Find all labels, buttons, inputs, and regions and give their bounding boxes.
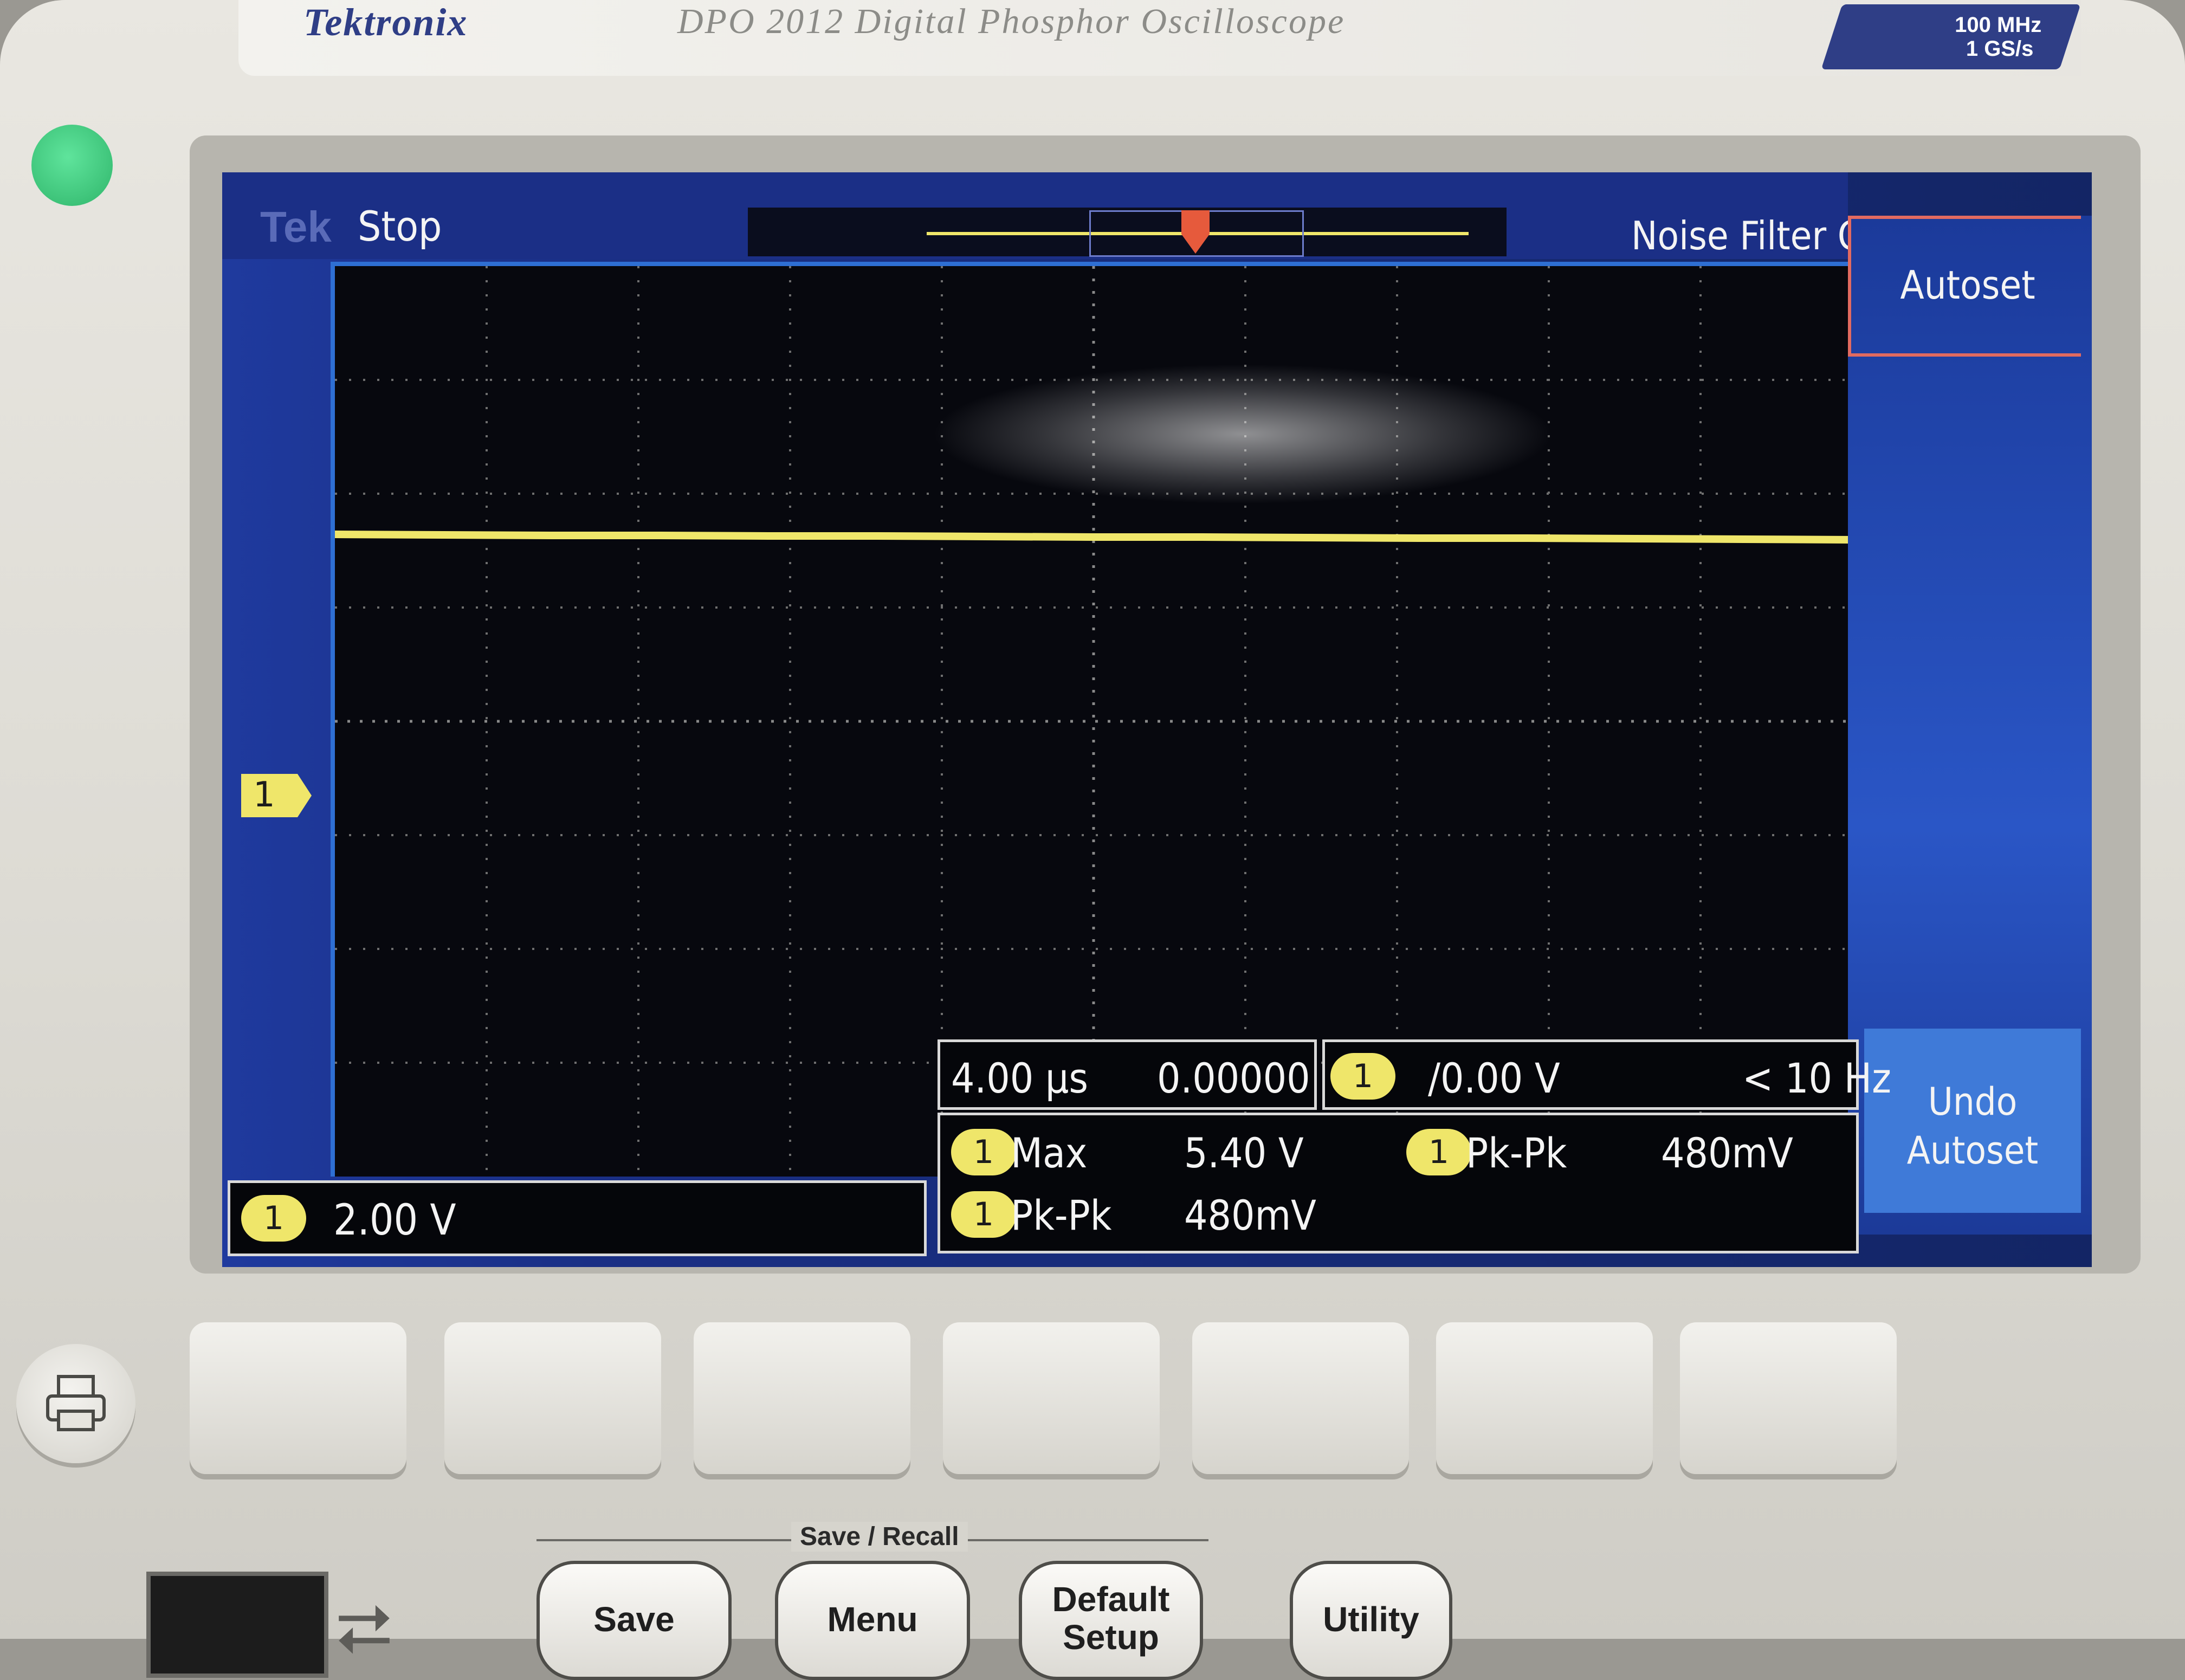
timebase-readout: 4.00 µs 0.00000 s [938, 1039, 1341, 1110]
bottom-bezel-button-4[interactable] [943, 1322, 1160, 1474]
ch1-ground-marker-label: 1 [253, 775, 275, 815]
measurement-2-channel: 1 [1406, 1129, 1471, 1175]
measurement-1-channel: 1 [951, 1129, 1016, 1175]
ch1-ground-marker: 1 [241, 774, 312, 817]
timebase-delay: 0.00000 s [1157, 1054, 1341, 1102]
model-name: DPO 2012 Digital Phosphor Oscilloscope [677, 2, 1346, 41]
spec-bandwidth: 100 MHz [1955, 13, 2042, 37]
measurement-panel: 1 Max 5.40 V 1 Pk-Pk 480mV 1 Pk-Pk 480mV [938, 1113, 1859, 1253]
trigger-level-value: 0.00 V [1440, 1054, 1560, 1102]
ch1-volts-per-div: 2.00 V [333, 1196, 456, 1245]
measurement-2-value: 480mV [1661, 1129, 1793, 1177]
bottom-bezel-button-2[interactable] [444, 1322, 661, 1474]
spec-sample-rate: 1 GS/s [1966, 37, 2034, 61]
measurement-2-label: Pk-Pk [1466, 1129, 1567, 1177]
default-setup-button-label: Default Setup [1052, 1580, 1170, 1657]
bottom-bezel-button-5[interactable] [1192, 1322, 1409, 1474]
bottom-bezel-button-1[interactable] [190, 1322, 406, 1474]
autoset-side-button[interactable]: Autoset [1848, 216, 2081, 357]
ch1-scale-readout: 1 2.00 V [228, 1180, 927, 1256]
printer-icon [46, 1375, 106, 1431]
autoset-side-label: Autoset [1900, 262, 2035, 308]
menu-button-label: Menu [827, 1600, 918, 1639]
bottom-bezel-button-7[interactable] [1680, 1322, 1897, 1474]
menu-button[interactable]: Menu [775, 1561, 970, 1680]
timebase-scale: 4.00 µs [951, 1054, 1089, 1102]
spec-badge: 100 MHz 1 GS/s [1821, 4, 2081, 69]
brand-logo: Tektronix [303, 1, 468, 44]
ch1-scale-badge: 1 [241, 1195, 306, 1242]
measurement-3-value: 480mV [1184, 1191, 1316, 1239]
default-setup-button[interactable]: Default Setup [1019, 1561, 1203, 1680]
measurement-3-label: Pk-Pk [1011, 1191, 1112, 1239]
undo-label-line1: Undo [1928, 1080, 2018, 1124]
acquisition-state: Stop [358, 202, 442, 250]
ch1-waveform-trace [335, 531, 1852, 544]
save-button[interactable]: Save [536, 1561, 732, 1680]
power-led [31, 125, 113, 206]
noise-filter-status: Noise Filter Of [1631, 213, 1878, 259]
utility-button-label: Utility [1323, 1600, 1419, 1639]
usb-icon: ⮂ [336, 1589, 393, 1668]
measurement-1-value: 5.40 V [1184, 1129, 1304, 1177]
undo-autoset-side-button[interactable]: Undo Autoset [1864, 1029, 2081, 1213]
trigger-channel-badge: 1 [1330, 1053, 1395, 1100]
save-button-label: Save [593, 1600, 675, 1639]
scope-screen: Tek Stop Noise Filter Of 1 Autoset Undo … [222, 172, 2092, 1267]
measurement-1-label: Max [1011, 1129, 1088, 1177]
trigger-readout: 1 ∕0.00 V < 10 Hz [1322, 1039, 1891, 1110]
save-recall-label: Save / Recall [791, 1522, 968, 1552]
trigger-level: ∕0.00 V [1428, 1054, 1560, 1102]
bottom-bezel-button-3[interactable] [694, 1322, 910, 1474]
undo-autoset-label: Undo Autoset [1864, 1077, 2081, 1175]
trigger-frequency: < 10 Hz [1742, 1054, 1892, 1102]
utility-button[interactable]: Utility [1290, 1561, 1452, 1680]
bottom-bezel-button-6[interactable] [1436, 1322, 1653, 1474]
undo-label-line2: Autoset [1906, 1128, 2039, 1173]
tek-logo: Tek [260, 203, 332, 251]
usb-port [146, 1572, 328, 1678]
print-button[interactable] [16, 1344, 135, 1463]
measurement-3-channel: 1 [951, 1191, 1016, 1238]
